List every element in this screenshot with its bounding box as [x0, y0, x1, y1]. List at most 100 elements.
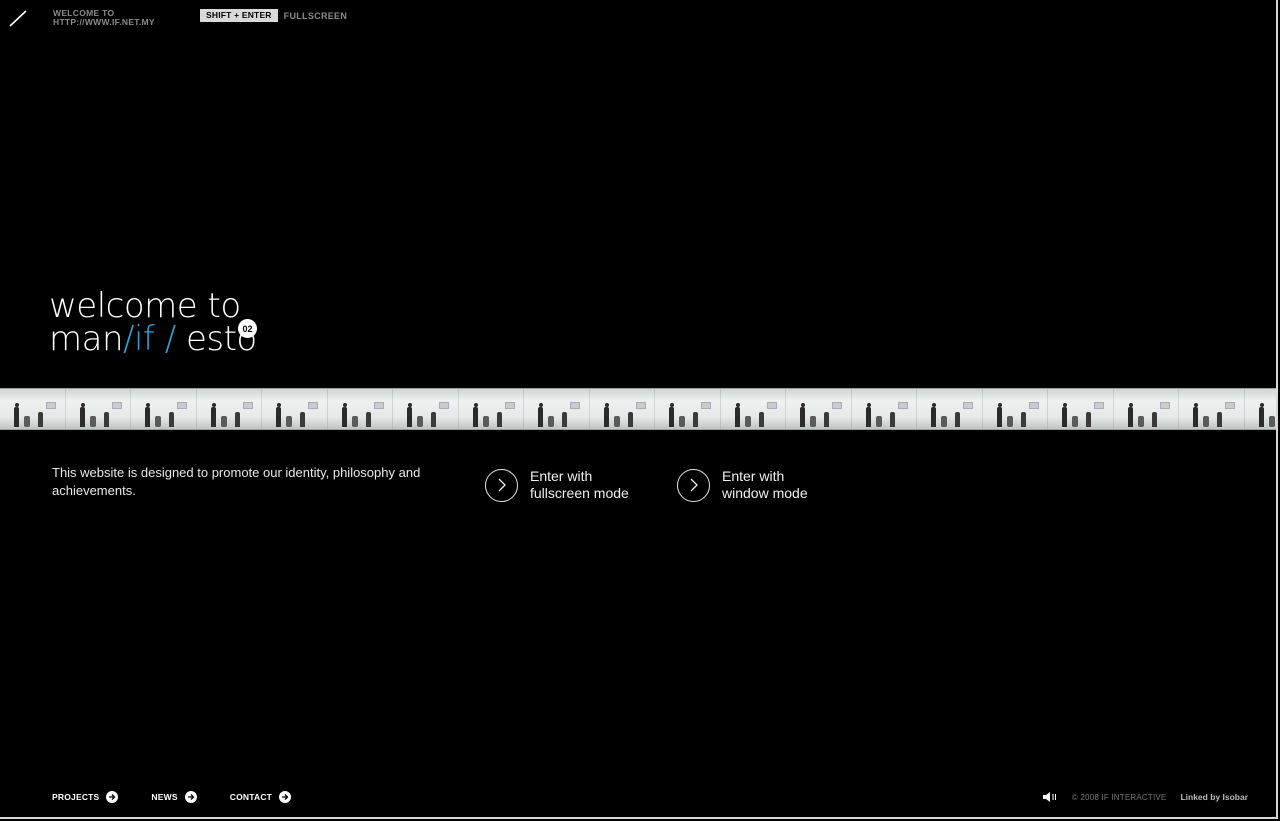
figure-silhouette [635, 402, 646, 409]
arrow-right-circle-icon [677, 468, 710, 502]
enter-fullscreen-button[interactable]: Enter with fullscreen mode [485, 468, 629, 502]
arrow-right-icon [279, 791, 292, 803]
figure-silhouette [679, 416, 685, 427]
figure-silhouette [897, 402, 908, 409]
figure-silhouette [408, 403, 412, 407]
figure-silhouette [1028, 402, 1039, 409]
speaker-icon[interactable] [1042, 791, 1058, 803]
figure-silhouette [693, 412, 698, 427]
filmstrip-frame [328, 389, 393, 429]
figure-silhouette [735, 403, 740, 407]
figure-silhouette [439, 402, 449, 409]
figure-silhouette [824, 412, 829, 427]
figure-silhouette [24, 416, 30, 427]
nav-contact[interactable]: CONTACT [229, 791, 292, 803]
figure-silhouette [277, 403, 281, 407]
filmstrip-frame [1245, 389, 1277, 429]
figure-silhouette [889, 412, 895, 427]
url-label: HTTP://WWW.IF.NET.MY [53, 17, 155, 27]
shortcut-label: FULLSCREEN [283, 10, 348, 21]
figure-silhouette [79, 407, 85, 427]
figure-silhouette [941, 416, 947, 427]
enter-window-button[interactable]: Enter with window mode [677, 468, 808, 502]
figure-silhouette [286, 416, 292, 427]
figure-silhouette [865, 407, 871, 427]
figure-silhouette [832, 402, 842, 409]
filmstrip-frame [590, 389, 655, 429]
edition-badge: 02 [238, 319, 257, 338]
figure-silhouette [80, 403, 85, 407]
figure-silhouette [103, 412, 109, 427]
figure-silhouette [801, 403, 805, 407]
title-part-man: man [49, 319, 124, 359]
filmstrip-frame [0, 389, 66, 429]
filmstrip-frame [66, 389, 131, 429]
figure-silhouette [365, 412, 371, 427]
figure-silhouette [866, 403, 871, 407]
figure-silhouette [38, 412, 43, 427]
nav-news-label: NEWS [151, 792, 178, 802]
figure-silhouette [627, 412, 633, 427]
figure-silhouette [800, 407, 805, 427]
figure-silhouette [1151, 412, 1157, 427]
fullscreen-shortcut[interactable]: SHIFT + ENTER FULLSCREEN [200, 9, 347, 22]
figure-silhouette [1062, 407, 1067, 427]
figure-silhouette [931, 407, 936, 427]
figure-silhouette [417, 416, 423, 427]
filmstrip-frame [393, 389, 459, 429]
figure-silhouette [810, 416, 816, 427]
figure-silhouette [300, 412, 305, 427]
figure-silhouette [15, 403, 19, 407]
figure-silhouette [341, 407, 347, 427]
figure-silhouette [1072, 416, 1078, 427]
nav-contact-label: CONTACT [229, 792, 273, 802]
figure-silhouette [758, 412, 764, 427]
figure-silhouette [472, 407, 478, 427]
figure-silhouette [955, 412, 960, 427]
figure-silhouette [1094, 402, 1104, 409]
figure-silhouette [734, 407, 740, 427]
figure-silhouette [1259, 403, 1264, 407]
figure-silhouette [1063, 403, 1067, 407]
figure-silhouette [473, 403, 478, 407]
figure-silhouette [169, 412, 174, 427]
nav-projects[interactable]: PROJECTS [52, 791, 119, 803]
site-url: WELCOME TO HTTP://WWW.IF.NET.MY [53, 9, 155, 27]
figure-silhouette [155, 416, 161, 427]
shortcut-key-badge: SHIFT + ENTER [200, 9, 278, 22]
figure-silhouette [744, 416, 751, 427]
filmstrip-frame [917, 389, 983, 429]
nav-projects-label: PROJECTS [52, 792, 100, 802]
figure-silhouette [1225, 402, 1235, 409]
filmstrip-frame [721, 389, 786, 429]
figure-silhouette [145, 407, 150, 427]
enter-window-line2: window mode [722, 485, 808, 501]
figure-silhouette [46, 402, 56, 409]
filmstrip-frame [524, 389, 590, 429]
enter-window-label: Enter with window mode [722, 468, 808, 502]
figure-silhouette [670, 403, 674, 407]
filmstrip-frame [131, 389, 197, 429]
figure-silhouette [539, 403, 543, 407]
enter-fullscreen-line1: Enter with [530, 468, 593, 484]
nav-news[interactable]: NEWS [151, 791, 197, 803]
arrow-right-icon [106, 791, 119, 803]
figure-silhouette [1127, 407, 1133, 427]
figure-silhouette [342, 403, 347, 407]
figure-silhouette [669, 407, 674, 427]
figure-silhouette [548, 416, 554, 427]
figure-silhouette [373, 402, 384, 409]
figure-silhouette [146, 403, 150, 407]
figure-silhouette [89, 416, 96, 427]
figure-silhouette [482, 416, 489, 427]
figure-silhouette [1020, 412, 1026, 427]
figure-silhouette [431, 412, 436, 427]
figure-silhouette [603, 407, 609, 427]
copyright-text: © 2008 IF INTERACTIVE [1071, 792, 1167, 802]
figure-silhouette [1217, 412, 1222, 427]
linked-by-text: Linked by Isobar [1180, 792, 1248, 802]
figure-silhouette [234, 412, 240, 427]
figure-silhouette [701, 402, 711, 409]
slash-logo-icon[interactable] [8, 8, 28, 28]
enter-fullscreen-label: Enter with fullscreen mode [530, 468, 629, 502]
